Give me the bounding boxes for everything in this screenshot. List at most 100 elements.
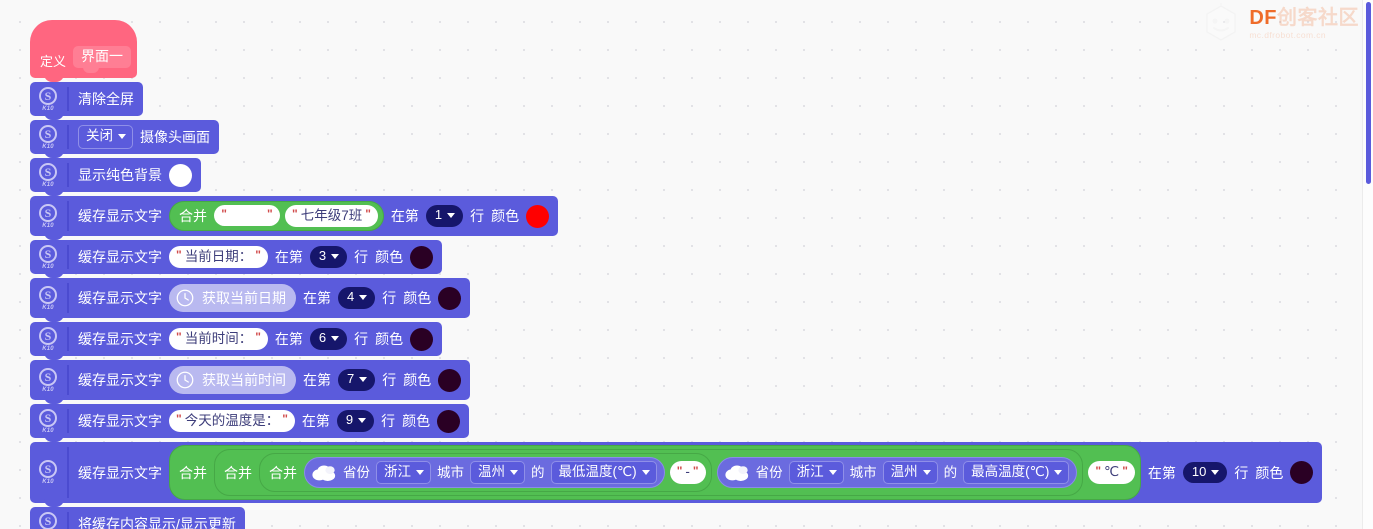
weather-high-reporter[interactable]: 省份 浙江 城市 温州 的 最高温度(℃)	[716, 457, 1078, 489]
quote-mark: "	[255, 330, 261, 345]
block-solid-background[interactable]: S K10 显示纯色背景	[30, 158, 201, 196]
join-operand-a-input[interactable]: " "	[214, 205, 280, 227]
text-color-swatch[interactable]	[438, 286, 462, 310]
block-label: 显示纯色背景	[78, 167, 162, 183]
join-operand-b-input[interactable]: " 七年级7班 "	[285, 204, 378, 228]
k10-board-icon: S K10	[36, 408, 60, 434]
k10-board-icon: S K10	[36, 511, 60, 529]
metric-value: 最高温度(℃)	[971, 464, 1050, 479]
at-line-label: 在第	[390, 208, 419, 224]
line-number-value: 6	[318, 330, 327, 346]
procedure-name-pill[interactable]: 界面一	[73, 45, 132, 74]
chevron-down-icon	[922, 469, 931, 475]
k10-board-icon: S K10	[36, 162, 60, 188]
vertical-scrollbar[interactable]	[1362, 0, 1373, 529]
get-current-date-reporter[interactable]: 获取当前日期	[169, 284, 296, 312]
block-clear-screen[interactable]: S K10 清除全屏	[30, 82, 143, 120]
clock-icon	[175, 288, 195, 308]
line-number-dropdown[interactable]: 6	[309, 328, 348, 350]
clock-icon	[175, 370, 195, 390]
at-line-label: 在第	[274, 249, 303, 265]
k10-board-icon: S K10	[36, 367, 60, 393]
k10-board-icon: S K10	[36, 203, 60, 229]
block-label: 缓存显示文字	[78, 372, 162, 388]
block-cache-text-weather[interactable]: S K10 缓存显示文字 合并 合并 合并 省份 浙江 城市 温州 的 最低温度…	[30, 442, 1323, 508]
line-number-value: 7	[347, 371, 355, 387]
text-color-swatch[interactable]	[410, 327, 434, 351]
script-stack[interactable]: 定义 界面一 S K10 清除全屏 S K10 关闭 摄像头画面 S K10 显…	[30, 20, 1323, 529]
block-flush-display[interactable]: S K10 将缓存内容显示/显示更新	[30, 507, 245, 529]
block-divider	[67, 125, 69, 149]
block-camera-view[interactable]: S K10 关闭 摄像头画面	[30, 120, 219, 158]
text-color-swatch[interactable]	[438, 368, 462, 392]
quote-mark: "	[1122, 464, 1128, 479]
color-label: 颜色	[403, 290, 432, 306]
unit-text-input[interactable]: " ℃ "	[1088, 461, 1135, 484]
block-cache-text-date-label[interactable]: S K10 缓存显示文字 " 当前日期： " 在第 3 行 颜色	[30, 240, 443, 278]
chevron-down-icon	[118, 134, 126, 139]
chevron-down-icon	[1054, 469, 1063, 475]
block-divider	[67, 245, 69, 269]
color-label: 颜色	[491, 208, 520, 224]
join-operand-b-value: 七年级7班	[300, 207, 363, 223]
define-hat-block[interactable]: 定义 界面一	[30, 20, 137, 82]
line-number-dropdown[interactable]: 1	[425, 205, 464, 227]
text-color-swatch[interactable]	[437, 409, 461, 433]
block-divider	[67, 512, 69, 529]
join-reporter-middle[interactable]: 合并 合并 省份 浙江 城市 温州 的 最低温度(℃) " - " 省份 浙江 …	[214, 449, 1084, 497]
block-cache-text-temp-label[interactable]: S K10 缓存显示文字 " 今天的温度是： " 在第 9 行 颜色	[30, 404, 470, 442]
separator-text-input[interactable]: " - "	[669, 461, 706, 484]
text-input[interactable]: " 今天的温度是： "	[169, 409, 295, 433]
metric-dropdown[interactable]: 最低温度(℃)	[550, 461, 657, 485]
block-divider	[67, 327, 69, 351]
camera-state-dropdown[interactable]: 关闭	[78, 125, 133, 149]
text-color-swatch[interactable]	[410, 245, 434, 269]
join-label: 合并	[179, 464, 207, 481]
vertical-scrollbar-thumb[interactable]	[1366, 2, 1371, 184]
province-dropdown[interactable]: 浙江	[788, 461, 844, 485]
join-label: 合并	[269, 464, 297, 481]
line-number-dropdown[interactable]: 4	[338, 287, 376, 309]
block-cache-text-date-value[interactable]: S K10 缓存显示文字 获取当前日期 在第 4 行 颜色	[30, 278, 471, 322]
k10-board-icon: S K10	[36, 86, 60, 112]
text-input[interactable]: " 当前日期： "	[169, 245, 268, 269]
weather-low-reporter[interactable]: 省份 浙江 城市 温州 的 最低温度(℃)	[304, 457, 665, 489]
block-label: 清除全屏	[78, 91, 134, 107]
line-unit-label: 行	[354, 249, 369, 265]
block-divider	[67, 447, 69, 499]
join-reporter-outer[interactable]: 合并 合并 合并 省份 浙江 城市 温州 的 最低温度(℃) " - " 省份 …	[169, 445, 1141, 501]
block-cache-text-grade[interactable]: S K10 缓存显示文字 合并 " " " 七年级7班 " 在第 1 行 颜色	[30, 196, 559, 240]
metric-dropdown[interactable]: 最高温度(℃)	[963, 461, 1070, 485]
line-number-dropdown[interactable]: 9	[336, 410, 375, 432]
text-input[interactable]: " 当前时间： "	[169, 327, 268, 351]
chevron-down-icon	[447, 212, 456, 218]
quote-mark: "	[365, 207, 371, 222]
block-cache-text-time-label[interactable]: S K10 缓存显示文字 " 当前时间： " 在第 6 行 颜色	[30, 322, 443, 360]
of-label: 的	[943, 464, 958, 480]
block-cache-text-time-value[interactable]: S K10 缓存显示文字 获取当前时间 在第 7 行 颜色	[30, 360, 471, 404]
text-color-swatch[interactable]	[1290, 461, 1314, 485]
block-editor-canvas[interactable]: DF 创客社区 mc.dfrobot.com.cn 定义 界面一 S K10 清…	[0, 0, 1373, 529]
province-dropdown[interactable]: 浙江	[376, 461, 431, 485]
color-label: 颜色	[1255, 464, 1284, 481]
block-divider	[67, 163, 69, 187]
k10-board-icon: S K10	[36, 285, 60, 311]
line-unit-label: 行	[382, 372, 397, 388]
chevron-down-icon	[358, 417, 367, 423]
join-label: 合并	[224, 464, 252, 481]
city-dropdown[interactable]: 温州	[470, 461, 525, 485]
get-current-time-reporter[interactable]: 获取当前时间	[169, 366, 296, 394]
line-number-dropdown[interactable]: 7	[338, 369, 376, 391]
text-color-swatch[interactable]	[526, 204, 550, 228]
quote-mark: "	[676, 464, 683, 479]
at-line-label: 在第	[301, 413, 330, 429]
line-number-dropdown[interactable]: 3	[309, 246, 348, 268]
city-dropdown[interactable]: 温州	[882, 461, 938, 485]
join-reporter-inner[interactable]: 合并 省份 浙江 城市 温州 的 最低温度(℃) " - "	[259, 453, 712, 493]
join-reporter[interactable]: 合并 " " " 七年级7班 "	[169, 200, 384, 232]
color-label: 颜色	[403, 372, 432, 388]
line-number-dropdown[interactable]: 10	[1182, 461, 1228, 484]
block-label: 缓存显示文字	[78, 208, 162, 224]
at-line-label: 在第	[303, 372, 331, 388]
background-color-swatch[interactable]	[169, 163, 192, 187]
